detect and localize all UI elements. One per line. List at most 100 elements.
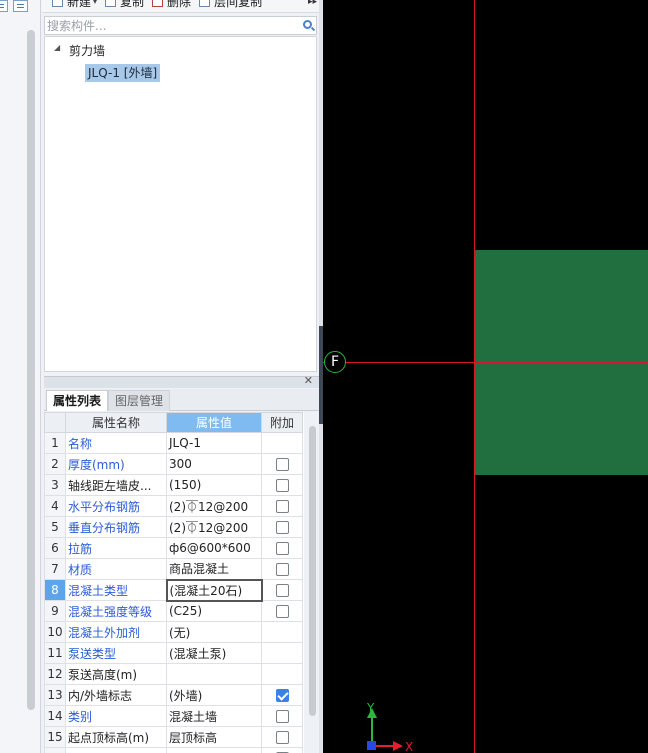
property-name: 类别 [65,705,167,727]
property-row[interactable]: 3 轴线距左墙皮... (150) [44,474,303,496]
property-name: 泵送类型 [65,642,167,664]
list-view-icon[interactable] [0,0,8,12]
header-property-name[interactable]: 属性名称 [65,412,167,433]
tab-layer-management[interactable]: 图层管理 [108,390,171,411]
property-value[interactable] [166,747,262,753]
header-property-value[interactable]: 属性值 [166,412,262,433]
property-value[interactable]: 混凝土墙 [166,705,262,727]
row-number: 4 [44,495,66,517]
extra-checkbox[interactable] [275,731,289,744]
extra-checkbox[interactable] [275,521,289,534]
row-number: 12 [44,663,66,685]
property-row[interactable]: 7 材质 商品混凝土 [44,558,303,580]
tab-property-list[interactable]: 属性列表 [46,390,109,411]
property-value[interactable]: 商品混凝土 [166,558,262,580]
property-value[interactable] [166,663,262,685]
search-icon[interactable] [303,20,312,29]
property-extra [261,453,303,475]
property-value[interactable]: (150) [166,474,262,496]
toolbar-overflow-icon[interactable]: ▸▸ [308,0,317,7]
component-panel: 新建 ▾ 复制 删除 层间复制 ▸▸ ◢ 剪力墙 JLQ-1 [ [42,0,319,753]
extra-checkbox[interactable] [275,458,289,471]
header-extra[interactable]: 附加 [261,412,303,433]
row-number: 14 [44,705,66,727]
left-side-strip [0,0,41,753]
delete-icon [152,0,164,7]
ucs-x-label: X [405,740,413,753]
property-scrollbar[interactable] [306,412,319,753]
tree-expand-icon[interactable]: ◢ [54,43,60,52]
property-extra [261,684,303,706]
property-name: 混凝土类型 [65,579,167,601]
property-row[interactable]: 6 拉筋 ф6@600*600 [44,537,303,559]
extra-checkbox[interactable] [275,500,289,513]
ucs-origin [367,741,376,750]
row-number: 11 [44,642,66,664]
property-row[interactable]: 2 厚度(mm) 300 [44,453,303,475]
property-row[interactable]: 9 混凝土强度等级 (C25) [44,600,303,622]
property-row[interactable]: 14 类别 混凝土墙 [44,705,303,727]
property-extra [261,474,303,496]
property-value[interactable]: 300 [166,453,262,475]
delete-button[interactable]: 删除 [152,0,192,9]
search-box [44,16,317,35]
property-value[interactable]: 层顶标高 [166,726,262,748]
close-icon[interactable]: ✕ [304,374,313,387]
extra-checkbox[interactable] [275,689,289,702]
row-number: 5 [44,516,66,538]
left-scrollbar[interactable] [27,30,35,710]
property-value[interactable]: (混凝土20石) [165,578,263,602]
property-name: 厚度(mm) [65,453,167,475]
row-number: 2 [44,453,66,475]
property-value[interactable]: (2)⏁12@200 [166,495,262,517]
property-row[interactable]: 11 泵送类型 (混凝土泵) [44,642,303,664]
extra-checkbox[interactable] [275,563,289,576]
property-scroll-thumb[interactable] [309,426,316,716]
property-value[interactable]: (2)⏁12@200 [166,516,262,538]
row-number: 9 [44,600,66,622]
property-name: 拉筋 [65,537,167,559]
property-row[interactable]: 8 混凝土类型 (混凝土20石) [44,578,303,602]
property-table: 属性名称 属性值 附加 1 名称 JLQ-1 2 厚度(mm) 300 3 轴线距左墙皮...… [44,412,303,753]
property-value[interactable]: (混凝土泵) [166,642,262,664]
row-number: 1 [44,432,66,454]
row-number: 15 [44,726,66,748]
copy-button[interactable]: 复制 [105,0,144,9]
property-row[interactable]: 12 泵送高度(m) [44,663,303,685]
property-name: 内/外墙标志 [65,684,167,706]
property-row[interactable]: 1 名称 JLQ-1 [44,432,303,454]
property-row[interactable]: 16 [44,747,303,753]
property-extra [261,495,303,517]
extra-checkbox[interactable] [275,479,289,492]
tree-item-selected[interactable]: JLQ-1 [外墙] [85,64,161,82]
drawing-canvas[interactable]: F Y X [323,0,648,753]
extra-checkbox[interactable] [275,605,289,618]
delete-button-label: 删除 [167,0,192,9]
new-button[interactable]: 新建 ▾ [52,0,97,9]
extra-checkbox[interactable] [275,710,289,723]
property-row[interactable]: 4 水平分布钢筋 (2)⏁12@200 [44,495,303,517]
tree-group-shear-wall[interactable]: 剪力墙 [69,41,105,61]
ucs-axes-icon: Y X [366,702,413,753]
property-row[interactable]: 13 内/外墙标志 (外墙) [44,684,303,706]
property-extra [261,579,303,601]
property-table-container: 属性名称 属性值 附加 1 名称 JLQ-1 2 厚度(mm) 300 3 轴线距左墙皮...… [44,412,304,753]
floor-copy-icon [199,0,211,7]
property-row[interactable]: 10 混凝土外加剂 (无) [44,621,303,643]
detail-view-icon[interactable] [13,0,28,12]
search-input[interactable] [45,17,295,34]
property-value[interactable]: (C25) [166,600,262,622]
property-extra [261,621,303,643]
floor-copy-button-label: 层间复制 [214,0,263,9]
property-row[interactable]: 15 起点顶标高(m) 层顶标高 [44,726,303,748]
app-window: 新建 ▾ 复制 删除 层间复制 ▸▸ ◢ 剪力墙 JLQ-1 [ [0,0,648,753]
property-value[interactable]: (外墙) [166,684,262,706]
property-name: 混凝土外加剂 [65,621,167,643]
property-value[interactable]: (无) [166,621,262,643]
extra-checkbox[interactable] [275,542,289,555]
property-value[interactable]: ф6@600*600 [166,537,262,559]
floor-copy-button[interactable]: 层间复制 [199,0,263,9]
property-value[interactable]: JLQ-1 [166,432,262,454]
extra-checkbox[interactable] [275,584,289,597]
property-row[interactable]: 5 垂直分布钢筋 (2)⏁12@200 [44,516,303,538]
